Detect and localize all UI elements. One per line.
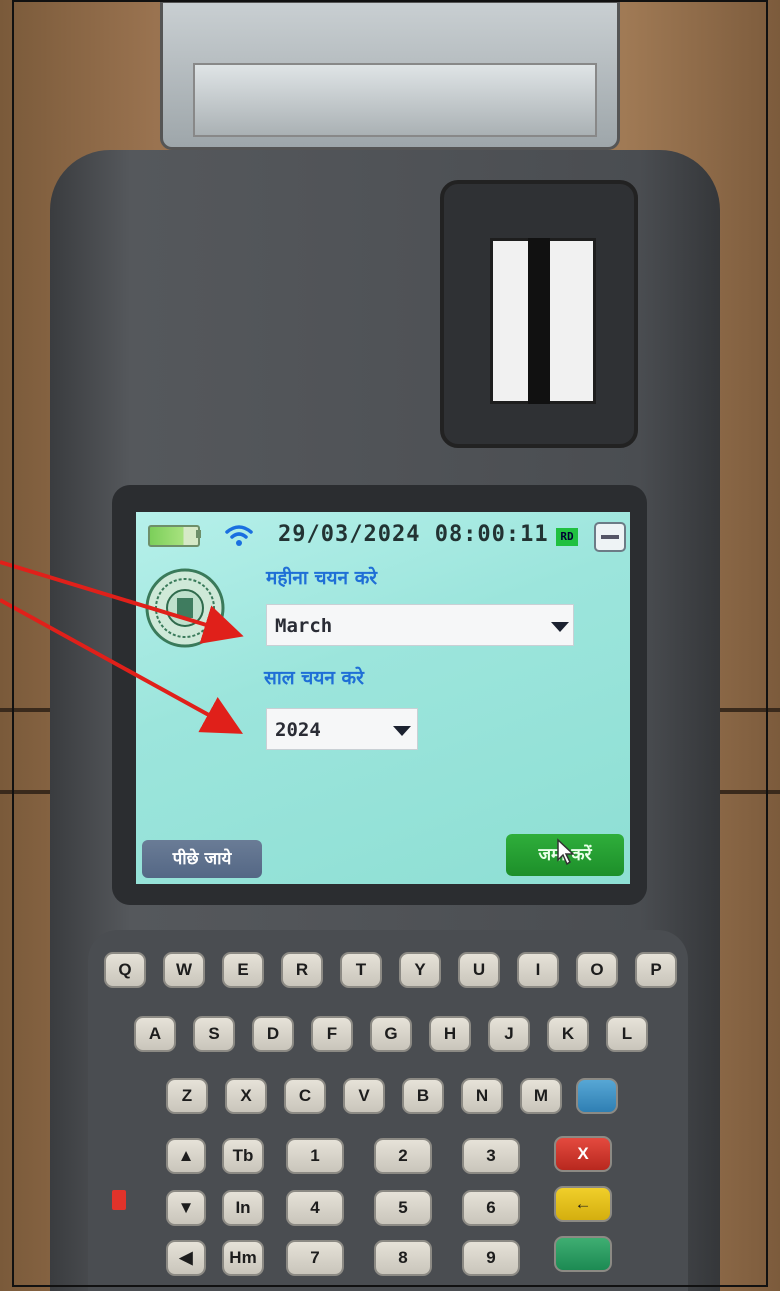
rd-badge: RD [556, 528, 578, 546]
cancel-key[interactable]: X [554, 1136, 612, 1172]
arrow-down-key[interactable]: ▼ [166, 1190, 206, 1226]
key-3[interactable]: 3 [462, 1138, 520, 1174]
key-g[interactable]: G [370, 1016, 412, 1052]
chevron-down-icon [393, 726, 411, 736]
key-7[interactable]: 7 [286, 1240, 344, 1276]
receipt-printer [160, 0, 620, 150]
backspace-key[interactable]: ← [554, 1186, 612, 1222]
month-value: March [275, 615, 333, 637]
key-m[interactable]: M [520, 1078, 562, 1114]
key-tb[interactable]: Tb [222, 1138, 264, 1174]
key-c[interactable]: C [284, 1078, 326, 1114]
key-l[interactable]: L [606, 1016, 648, 1052]
year-value: 2024 [275, 719, 321, 741]
status-bar: 29/03/2024 08:00:11 RD [136, 512, 630, 556]
back-button[interactable]: पीछे जाये [142, 840, 262, 878]
month-select-label: महीना चयन करे [266, 567, 378, 589]
key-p[interactable]: P [635, 952, 677, 988]
battery-tip [196, 530, 201, 538]
key-x[interactable]: X [225, 1078, 267, 1114]
minimize-icon[interactable] [594, 522, 626, 552]
key-k[interactable]: K [547, 1016, 589, 1052]
fingerprint-sensor-bar [528, 238, 550, 404]
key-e[interactable]: E [222, 952, 264, 988]
key-h[interactable]: H [429, 1016, 471, 1052]
arrow-up-key[interactable]: ▲ [166, 1138, 206, 1174]
key-in[interactable]: In [222, 1190, 264, 1226]
key-w[interactable]: W [163, 952, 205, 988]
printer-slot [193, 63, 597, 137]
key-z[interactable]: Z [166, 1078, 208, 1114]
device-screen: 29/03/2024 08:00:11 RD महीना चयन करे Mar… [136, 512, 630, 884]
key-q[interactable]: Q [104, 952, 146, 988]
wifi-icon [225, 525, 253, 546]
key-d[interactable]: D [252, 1016, 294, 1052]
key-hm[interactable]: Hm [222, 1240, 264, 1276]
key-b[interactable]: B [402, 1078, 444, 1114]
key-j[interactable]: J [488, 1016, 530, 1052]
year-select-label: साल चयन करे [264, 667, 364, 689]
key-n[interactable]: N [461, 1078, 503, 1114]
key-o[interactable]: O [576, 952, 618, 988]
key-u[interactable]: U [458, 952, 500, 988]
key-y[interactable]: Y [399, 952, 441, 988]
year-dropdown[interactable]: 2024 [266, 708, 418, 750]
key-1[interactable]: 1 [286, 1138, 344, 1174]
arrow-left-key[interactable]: ◀ [166, 1240, 206, 1276]
key-a[interactable]: A [134, 1016, 176, 1052]
key-5[interactable]: 5 [374, 1190, 432, 1226]
key-f[interactable]: F [311, 1016, 353, 1052]
key-4[interactable]: 4 [286, 1190, 344, 1226]
key-t[interactable]: T [340, 952, 382, 988]
key-r[interactable]: R [281, 952, 323, 988]
key-v[interactable]: V [343, 1078, 385, 1114]
key-6[interactable]: 6 [462, 1190, 520, 1226]
battery-icon [148, 525, 200, 547]
government-emblem-icon [145, 568, 225, 648]
mouse-pointer-icon [557, 838, 575, 866]
month-dropdown[interactable]: March [266, 604, 574, 646]
key-2[interactable]: 2 [374, 1138, 432, 1174]
datetime: 29/03/2024 08:00:11 [278, 522, 549, 547]
enter-key[interactable] [554, 1236, 612, 1272]
chevron-down-icon [551, 622, 569, 632]
key-i[interactable]: I [517, 952, 559, 988]
key-s[interactable]: S [193, 1016, 235, 1052]
shift-key[interactable] [576, 1078, 618, 1114]
key-9[interactable]: 9 [462, 1240, 520, 1276]
status-led [112, 1190, 126, 1210]
key-8[interactable]: 8 [374, 1240, 432, 1276]
